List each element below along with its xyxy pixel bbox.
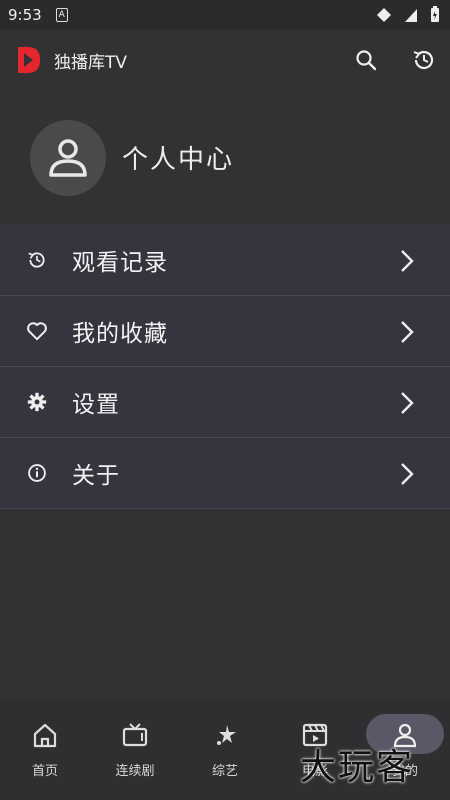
avatar[interactable]	[30, 119, 106, 196]
app-logo-icon	[18, 47, 40, 73]
user-icon	[393, 723, 417, 748]
star-icon	[217, 725, 236, 745]
menu-item-history[interactable]: 观看记录	[0, 225, 450, 296]
info-icon	[28, 464, 46, 482]
tv-icon	[122, 723, 148, 747]
search-button[interactable]	[350, 44, 382, 76]
heart-icon	[27, 322, 47, 341]
search-icon	[356, 50, 377, 71]
history-button[interactable]	[408, 44, 440, 76]
nav-label: 首页	[31, 764, 58, 779]
menu-list: 观看记录 我的收藏 设置 关于	[0, 225, 450, 509]
home-icon	[33, 723, 57, 748]
history-icon	[413, 50, 434, 70]
nav-item-variety[interactable]: 综艺	[180, 700, 270, 800]
profile-title: 个人中心	[122, 145, 235, 175]
status-time: 9:53	[8, 6, 42, 24]
menu-item-label: 设置	[72, 392, 120, 418]
menu-item-favorites[interactable]: 我的收藏	[0, 296, 450, 367]
chevron-right-icon	[401, 392, 414, 414]
chevron-right-icon	[401, 463, 414, 485]
chevron-right-icon	[401, 250, 414, 272]
menu-item-label: 关于	[72, 463, 120, 489]
status-icons	[376, 6, 440, 23]
status-bar: 9:53 A	[0, 0, 450, 30]
battery-icon	[431, 6, 439, 22]
history-icon	[28, 252, 45, 268]
app-title: 独播库TV	[54, 52, 128, 73]
user-icon	[49, 138, 87, 177]
cellular-icon	[405, 8, 417, 22]
nav-item-series[interactable]: 连续剧	[90, 700, 180, 800]
menu-item-about[interactable]: 关于	[0, 438, 450, 509]
menu-item-label: 我的收藏	[72, 321, 168, 347]
notification-icon: A	[55, 8, 68, 22]
menu-item-label: 观看记录	[72, 250, 168, 276]
nav-label: 综艺	[211, 764, 238, 779]
menu-item-settings[interactable]: 设置	[0, 367, 450, 438]
nav-label: 连续剧	[115, 764, 155, 779]
signal-diamond-icon	[377, 7, 391, 22]
nav-item-home[interactable]: 首页	[0, 700, 90, 800]
gear-icon	[27, 392, 47, 412]
profile-header[interactable]: 个人中心	[0, 90, 450, 225]
chevron-right-icon	[401, 321, 414, 343]
app-bar: 独播库TV	[0, 30, 450, 90]
film-icon	[302, 723, 328, 747]
